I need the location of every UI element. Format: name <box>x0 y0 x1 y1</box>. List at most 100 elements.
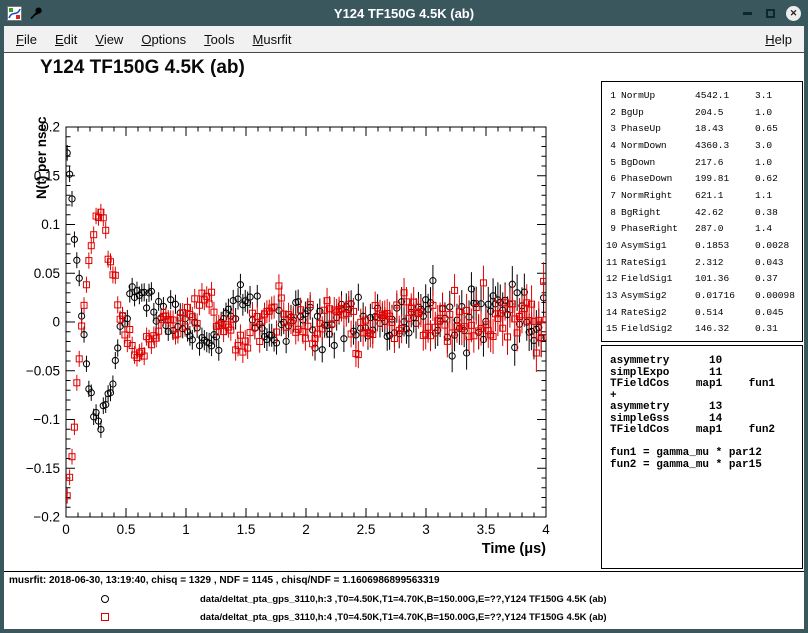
menu-item-tools[interactable]: Tools <box>195 27 243 52</box>
param-value: 42.62 <box>695 207 755 218</box>
param-name: AsymSig1 <box>621 240 695 251</box>
param-name: NormDown <box>621 140 695 151</box>
musrfit-plot-window: Y124 TF150G 4.5K (ab) ✕ File Edit View O… <box>0 0 808 633</box>
x-tick-label: 3.5 <box>477 522 496 537</box>
close-icon: ✕ <box>790 9 798 18</box>
menu-item-view[interactable]: View <box>86 27 132 52</box>
param-index: 10 <box>606 240 621 251</box>
param-row: 12 FieldSig1 101.36 0.37 <box>606 271 802 288</box>
theory-line: asymmetry 10 <box>610 356 796 368</box>
pin-icon[interactable] <box>28 6 43 21</box>
legend-label-run4: data/deltat_pta_gps_3110,h:4 ,T0=4.50K,T… <box>200 612 607 623</box>
param-error: 0.38 <box>755 207 802 218</box>
titlebar[interactable]: Y124 TF150G 4.5K (ab) ✕ <box>0 0 808 26</box>
y-tick-label: −0.1 <box>33 412 60 427</box>
param-error: 0.043 <box>755 257 802 268</box>
maximize-button[interactable] <box>763 6 778 21</box>
theory-line: TFieldCos map1 fun2 <box>610 425 796 437</box>
app-icon <box>7 6 22 21</box>
param-error: 1.4 <box>755 223 802 234</box>
param-index: 7 <box>606 190 621 201</box>
param-value: 217.6 <box>695 157 755 168</box>
param-error: 0.045 <box>755 307 802 318</box>
menu-item-help[interactable]: Help <box>756 27 801 52</box>
x-tick-label: 1.5 <box>237 522 256 537</box>
menu-item-edit[interactable]: Edit <box>46 27 86 52</box>
param-error: 0.0028 <box>755 240 802 251</box>
param-error: 1.1 <box>755 190 802 201</box>
fit-parameters-box: 1 NormUp 4542.1 3.1 2 BgUp 204.5 1.0 3 P… <box>601 81 803 342</box>
param-name: BgDown <box>621 157 695 168</box>
fit-info-line: musrfit: 2018-06-30, 13:19:40, chisq = 1… <box>9 575 440 586</box>
param-row: 9 PhaseRight 287.0 1.4 <box>606 221 802 238</box>
param-row: 3 PhaseUp 18.43 0.65 <box>606 120 802 137</box>
param-row: 11 RateSig1 2.312 0.043 <box>606 254 802 271</box>
series-square <box>64 204 549 504</box>
param-name: FieldSig2 <box>621 323 695 334</box>
theory-line: TFieldCos map1 fun1 <box>610 379 796 391</box>
param-error: 0.37 <box>755 273 802 284</box>
param-index: 5 <box>606 157 621 168</box>
param-name: BgRight <box>621 207 695 218</box>
param-error: 0.00098 <box>755 290 802 301</box>
menu-item-musrfit[interactable]: Musrfit <box>244 27 301 52</box>
y-tick-label: 0 <box>52 315 60 330</box>
param-value: 18.43 <box>695 123 755 134</box>
close-button[interactable]: ✕ <box>786 6 801 21</box>
menu-item-file[interactable]: File <box>7 27 46 52</box>
param-row: 8 BgRight 42.62 0.38 <box>606 204 802 221</box>
param-index: 13 <box>606 290 621 301</box>
theory-line: fun2 = gamma_mu * par15 <box>610 460 796 472</box>
maximize-icon <box>766 9 775 18</box>
param-name: PhaseDown <box>621 173 695 184</box>
canvas-area: Y124 TF150G 4.5K (ab) 00.511.522.533.54−… <box>4 53 804 629</box>
param-row: 10 AsymSig1 0.1853 0.0028 <box>606 237 802 254</box>
param-row: 7 NormRight 621.1 1.1 <box>606 187 802 204</box>
theory-line: fun1 = gamma_mu * par12 <box>610 448 796 460</box>
param-index: 9 <box>606 223 621 234</box>
param-error: 0.31 <box>755 323 802 334</box>
param-value: 287.0 <box>695 223 755 234</box>
param-value: 0.1853 <box>695 240 755 251</box>
param-index: 15 <box>606 323 621 334</box>
param-error: 3.0 <box>755 140 802 151</box>
musr-plot-canvas[interactable]: 00.511.522.533.54−0.2−0.15−0.1−0.0500.05… <box>4 53 604 629</box>
param-row: 5 BgDown 217.6 1.0 <box>606 154 802 171</box>
param-name: NormUp <box>621 90 695 101</box>
param-name: NormRight <box>621 190 695 201</box>
param-error: 1.0 <box>755 157 802 168</box>
y-tick-label: −0.15 <box>26 461 60 476</box>
param-error: 0.62 <box>755 173 802 184</box>
param-index: 1 <box>606 90 621 101</box>
param-error: 1.0 <box>755 107 802 118</box>
x-tick-label: 4 <box>542 522 550 537</box>
param-name: PhaseUp <box>621 123 695 134</box>
param-index: 2 <box>606 107 621 118</box>
y-tick-label: −0.2 <box>33 510 60 525</box>
param-value: 0.514 <box>695 307 755 318</box>
param-value: 101.36 <box>695 273 755 284</box>
param-value: 0.01716 <box>695 290 755 301</box>
param-value: 4360.3 <box>695 140 755 151</box>
param-name: RateSig2 <box>621 307 695 318</box>
param-error: 3.1 <box>755 90 802 101</box>
param-value: 2.312 <box>695 257 755 268</box>
minimize-button[interactable] <box>740 6 755 21</box>
legend-row-run3: data/deltat_pta_gps_3110,h:3 ,T0=4.50K,T… <box>4 592 804 608</box>
legend-circle-marker-icon <box>101 595 109 603</box>
param-name: PhaseRight <box>621 223 695 234</box>
param-index: 8 <box>606 207 621 218</box>
param-name: BgUp <box>621 107 695 118</box>
param-row: 14 RateSig2 0.514 0.045 <box>606 304 802 321</box>
param-name: RateSig1 <box>621 257 695 268</box>
y-axis-title: N(t) per nsec <box>34 116 49 199</box>
menu-item-options[interactable]: Options <box>132 27 195 52</box>
y-tick-label: −0.05 <box>26 363 60 378</box>
param-index: 6 <box>606 173 621 184</box>
param-row: 13 AsymSig2 0.01716 0.00098 <box>606 287 802 304</box>
window-title: Y124 TF150G 4.5K (ab) <box>0 6 808 21</box>
param-value: 4542.1 <box>695 90 755 101</box>
footer-separator <box>4 571 804 572</box>
param-index: 12 <box>606 273 621 284</box>
param-value: 146.32 <box>695 323 755 334</box>
